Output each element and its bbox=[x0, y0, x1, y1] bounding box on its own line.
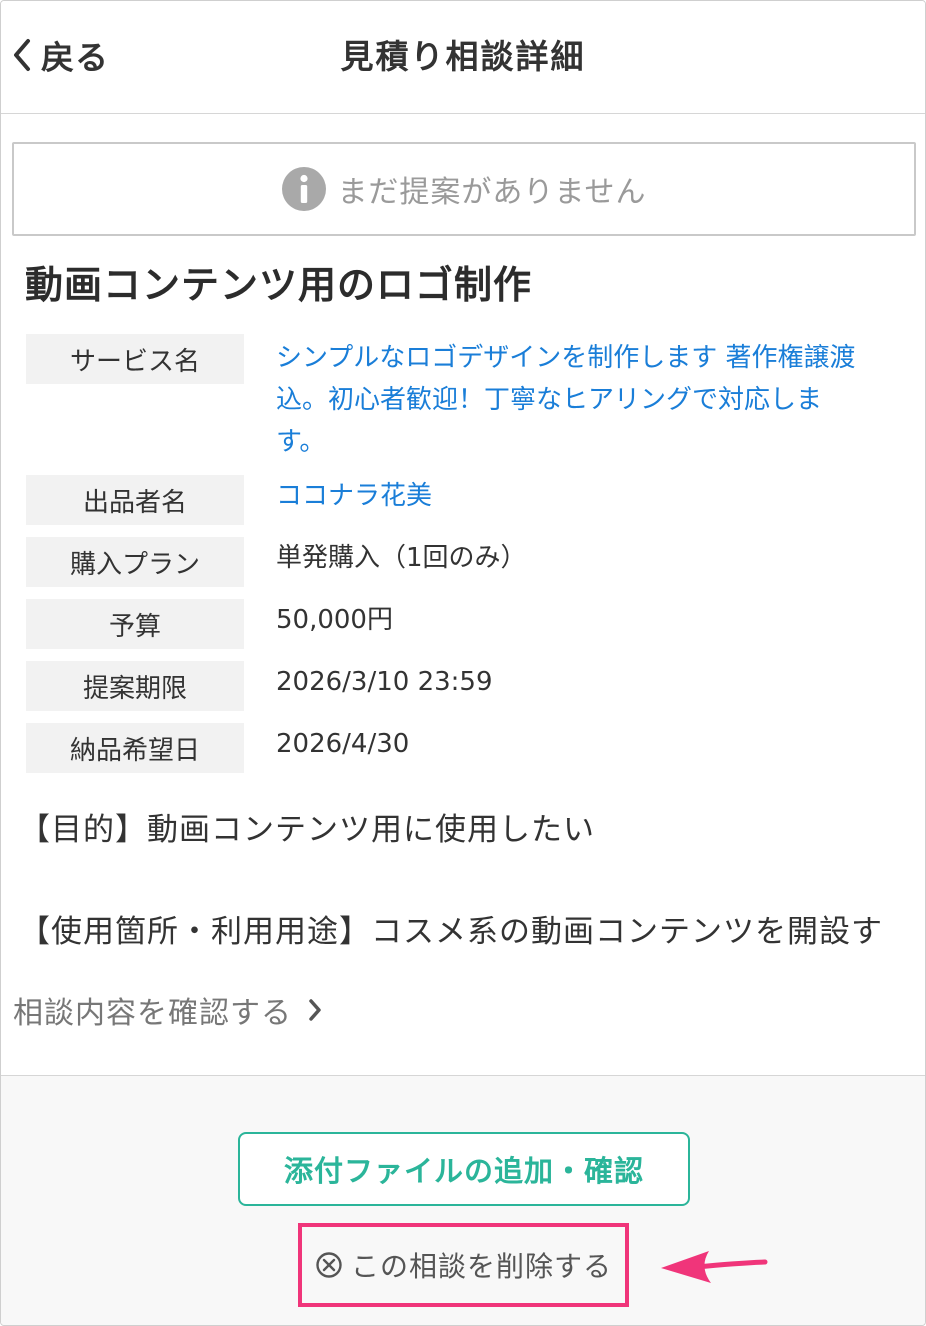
service-name-line: す。 bbox=[276, 427, 326, 457]
delete-label: この相談を削除する bbox=[350, 1250, 612, 1283]
info-row-seller: 出品者名 ココナラ花美 bbox=[26, 475, 906, 525]
info-row-deadline: 提案期限 2026/3/10 23:59 bbox=[26, 661, 906, 711]
service-name-link[interactable]: シンプルなロゴデザインを制作します 著作権譲渡 込。初心者歓迎！丁寧なヒアリング… bbox=[244, 337, 906, 463]
service-name-line: 込。初心者歓迎！丁寧なヒアリングで対応しま bbox=[276, 385, 823, 415]
info-value: 単発購入（1回のみ） bbox=[276, 543, 527, 573]
delete-consultation-button[interactable]: この相談を削除する bbox=[315, 1245, 612, 1285]
service-name-line: シンプルなロゴデザインを制作します 著作権譲渡 bbox=[276, 343, 856, 373]
info-label: 購入プラン bbox=[26, 537, 244, 587]
confirm-details-link[interactable]: 相談内容を確認する bbox=[13, 988, 324, 1032]
seller-name-link[interactable]: ココナラ花美 bbox=[244, 475, 906, 518]
info-value: 50,000円 bbox=[276, 605, 393, 635]
info-label: 予算 bbox=[26, 599, 244, 649]
arrow-annotation-icon bbox=[661, 1251, 768, 1283]
info-icon bbox=[282, 167, 327, 211]
info-label: 納品希望日 bbox=[26, 723, 244, 773]
info-value: 2026/4/30 bbox=[276, 729, 410, 759]
info-label: サービス名 bbox=[26, 334, 244, 384]
request-body-usage: 【使用箇所・利用用途】コスメ系の動画コンテンツを開設す bbox=[19, 914, 883, 950]
info-row-plan: 購入プラン 単発購入（1回のみ） bbox=[26, 537, 906, 587]
info-label: 出品者名 bbox=[26, 475, 244, 525]
request-info-table: サービス名 シンプルなロゴデザインを制作します 著作権譲渡 込。初心者歓迎！丁寧… bbox=[26, 334, 906, 785]
request-title: 動画コンテンツ用のロゴ制作 bbox=[25, 263, 533, 307]
info-row-service: サービス名 シンプルなロゴデザインを制作します 著作権譲渡 込。初心者歓迎！丁寧… bbox=[26, 334, 906, 463]
page-title: 見積り相談詳細 bbox=[340, 37, 586, 76]
info-value: 2026/3/10 23:59 bbox=[276, 667, 493, 697]
confirm-details-label: 相談内容を確認する bbox=[13, 996, 292, 1031]
request-body-purpose: 【目的】動画コンテンツ用に使用したい bbox=[19, 812, 595, 848]
info-row-budget: 予算 50,000円 bbox=[26, 599, 906, 649]
attach-files-button[interactable]: 添付ファイルの追加・確認 bbox=[238, 1132, 690, 1206]
screen: 戻る 見積り相談詳細 まだ提案がありません 動画コンテンツ用のロゴ制作 サービス… bbox=[0, 0, 926, 1326]
chevron-right-icon bbox=[309, 999, 321, 1021]
close-circle-icon bbox=[316, 1252, 342, 1278]
info-label: 提案期限 bbox=[26, 661, 244, 711]
info-row-delivery: 納品希望日 2026/4/30 bbox=[26, 723, 906, 773]
notice-text: まだ提案がありません bbox=[337, 175, 647, 210]
no-proposals-notice: まだ提案がありません bbox=[12, 142, 916, 236]
delete-highlight-box: この相談を削除する bbox=[298, 1223, 629, 1307]
header: 戻る 見積り相談詳細 bbox=[1, 1, 925, 114]
